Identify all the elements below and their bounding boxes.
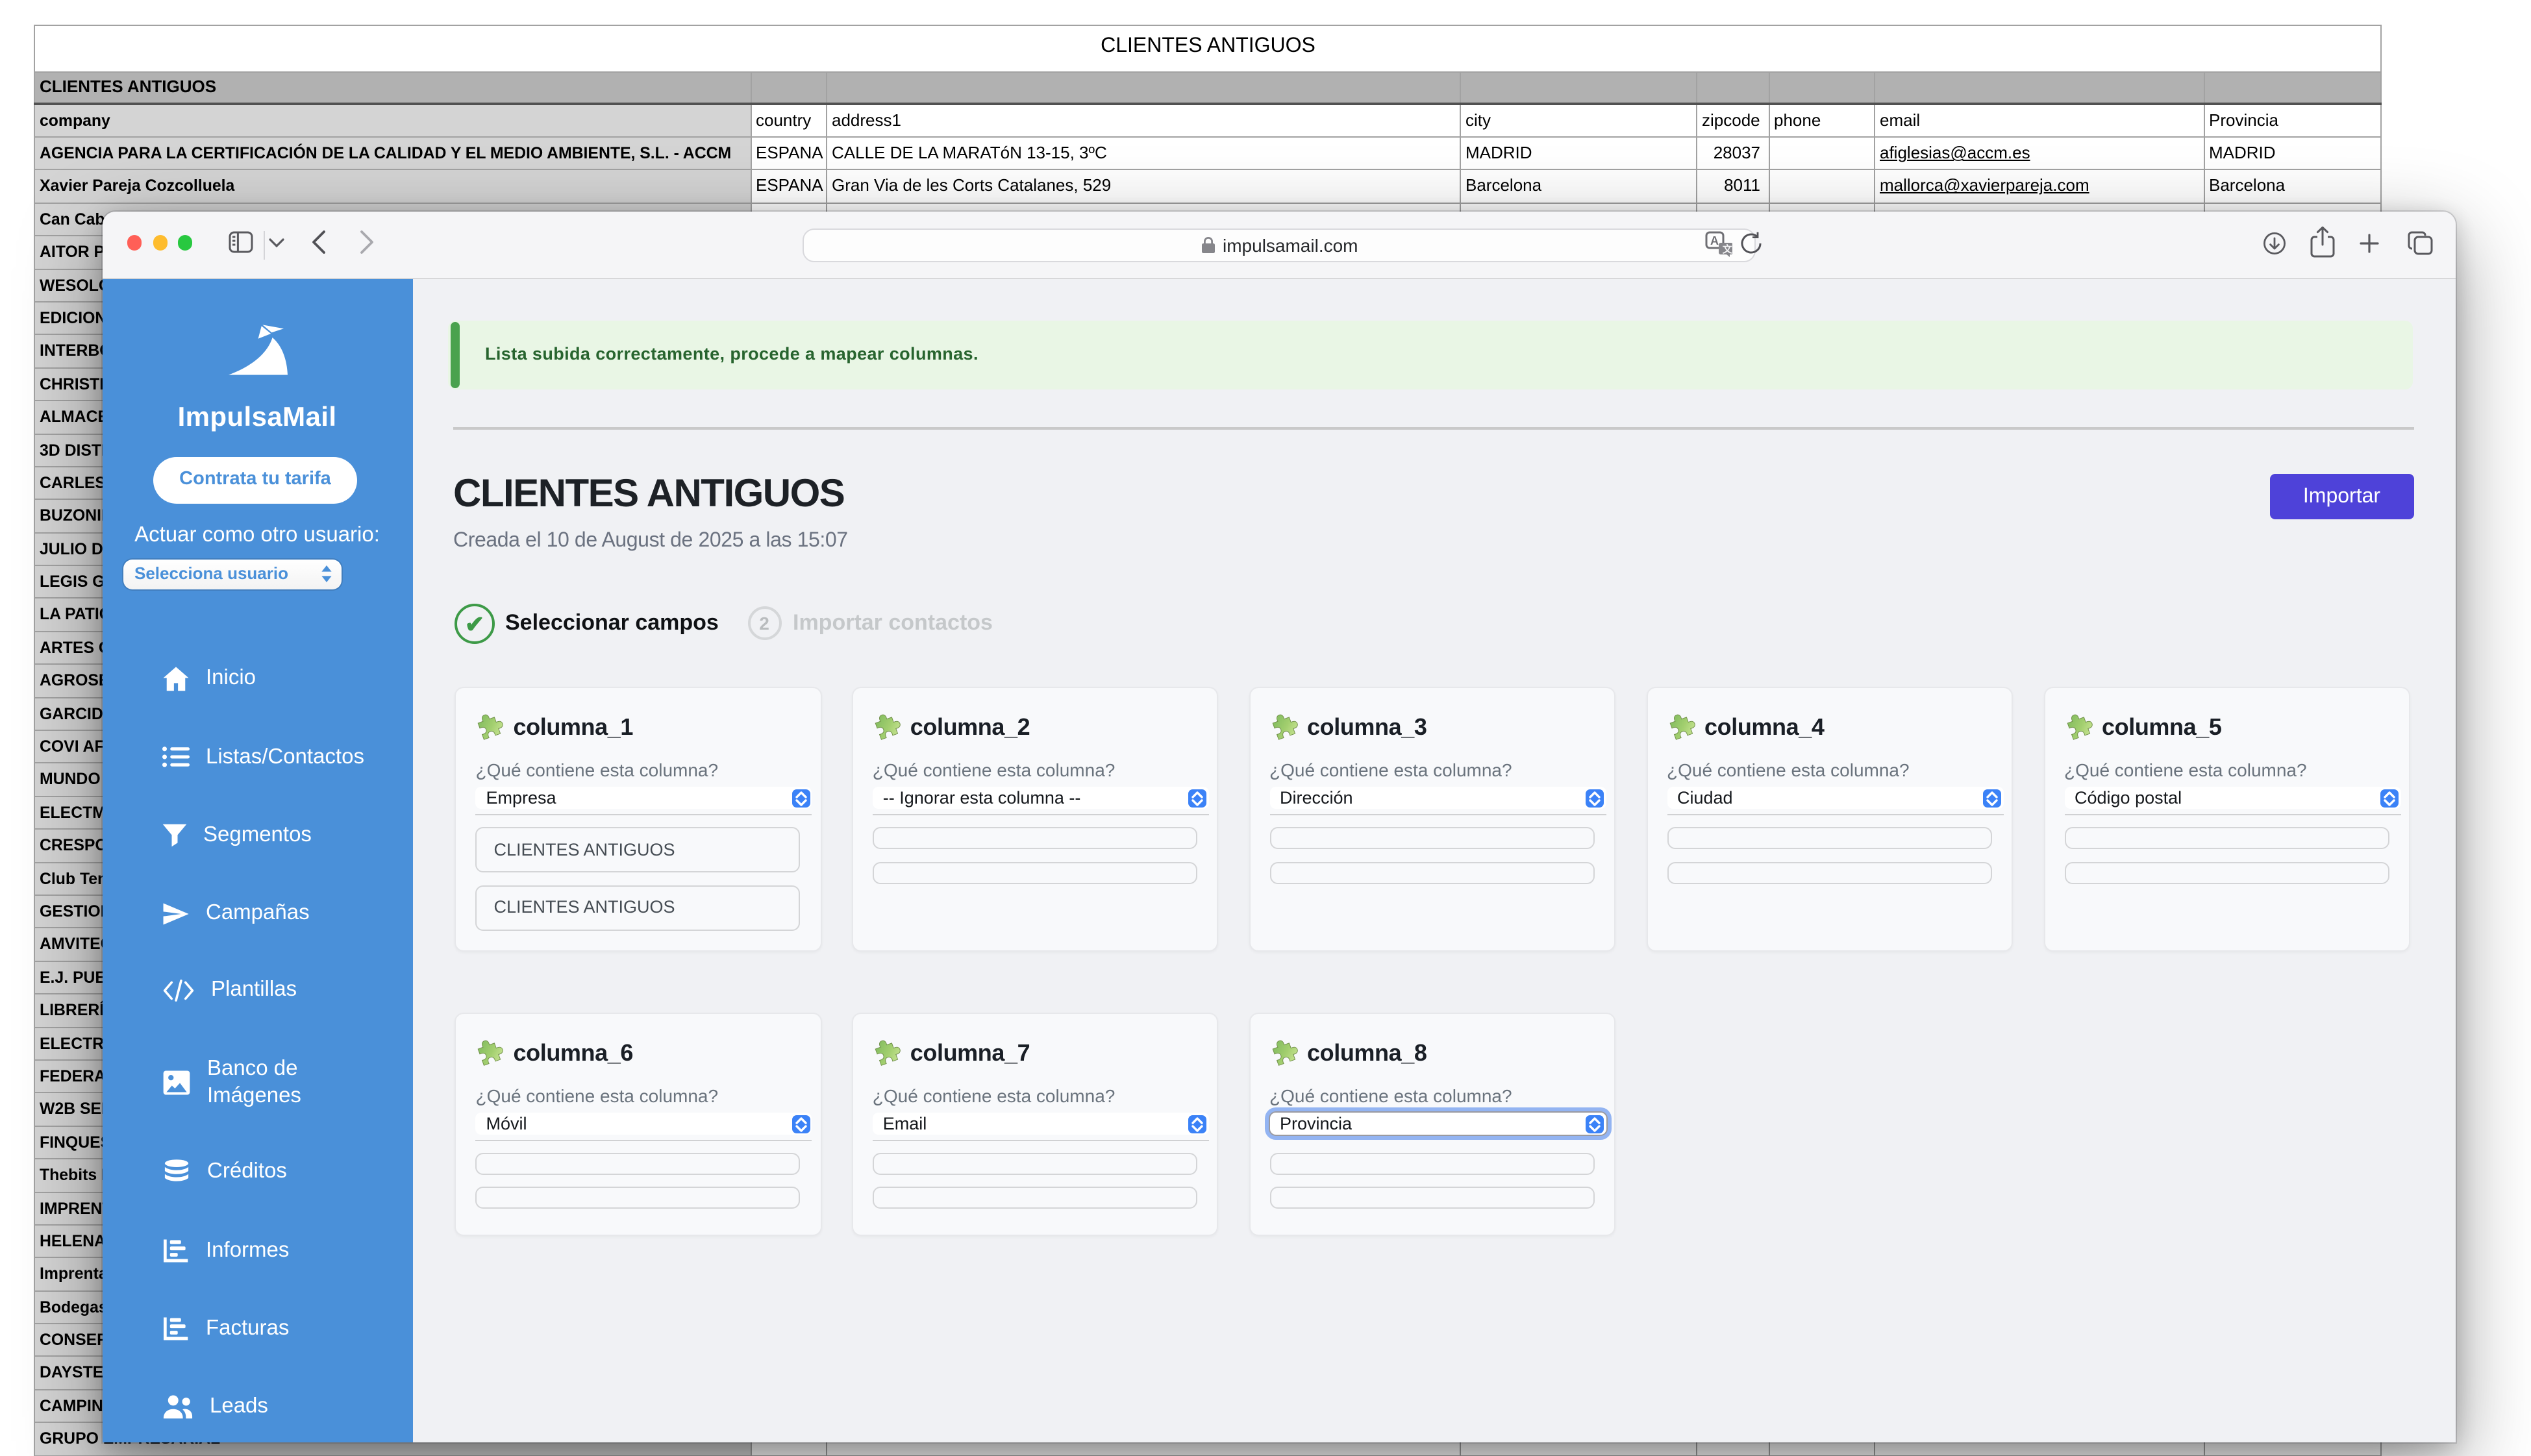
svg-text:文: 文 [1722,243,1732,255]
svg-text:A: A [1710,234,1718,247]
